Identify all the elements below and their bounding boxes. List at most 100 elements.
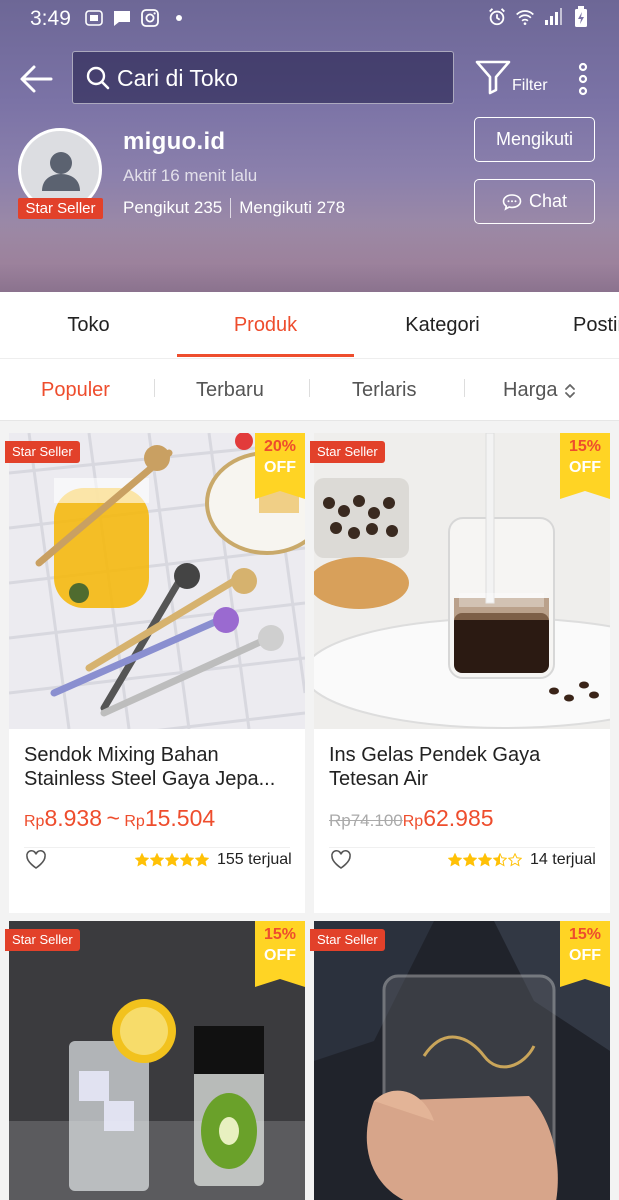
active-tab-indicator: [177, 354, 354, 357]
product-price: Rp74.100Rp62.985: [329, 805, 494, 832]
discount-badge: 15% OFF: [560, 921, 610, 987]
sort-populer[interactable]: Populer: [41, 379, 110, 402]
tab-posting[interactable]: Posting: [573, 314, 619, 337]
discount-off-label: OFF: [264, 459, 296, 476]
alarm-icon: [487, 7, 507, 27]
search-input[interactable]: Cari di Toko: [72, 51, 454, 104]
sort-arrows-icon: [565, 383, 576, 398]
battery-charging-icon: [571, 6, 591, 27]
follow-button[interactable]: Mengikuti: [474, 117, 595, 162]
price-currency: Rp: [402, 813, 424, 830]
sort-terlaris[interactable]: Terlaris: [352, 379, 416, 402]
shop-active-status: Aktif 16 menit lalu: [123, 166, 258, 185]
notification-dot-icon: [176, 15, 182, 21]
discount-percent: 20%: [263, 438, 297, 455]
discount-badge: 15% OFF: [255, 921, 305, 987]
instagram-icon: [140, 8, 160, 28]
shop-profile: Star Seller miguo.id Aktif 16 menit lalu…: [0, 112, 619, 242]
rating-stars: [135, 853, 209, 867]
star-seller-badge: Star Seller: [310, 929, 385, 951]
sort-bar: Populer Terbaru Terlaris Harga: [0, 359, 619, 421]
star-icon: [463, 853, 477, 867]
following-count[interactable]: Mengikuti 278: [239, 198, 345, 218]
followers-count[interactable]: Pengikut 235: [123, 198, 222, 218]
heart-icon[interactable]: [25, 849, 47, 871]
more-vertical-icon: [578, 62, 588, 96]
back-arrow-icon: [20, 65, 53, 93]
sort-harga-label: Harga: [503, 379, 558, 401]
sort-divider: [464, 379, 465, 397]
shop-tabs: Toko Produk Kategori Posting: [0, 292, 619, 358]
tab-toko[interactable]: Toko: [0, 314, 177, 337]
product-card[interactable]: Star Seller 15% OFF Ins Gelas Pendek Gay…: [310, 433, 610, 913]
top-bar: Cari di Toko Filter: [0, 50, 619, 106]
star-icon: [180, 853, 194, 867]
star-icon: [195, 853, 209, 867]
product-title: Ins Gelas Pendek Gaya Tetesan Air: [329, 744, 541, 790]
filter-button[interactable]: Filter: [472, 58, 552, 102]
star-icon: [478, 853, 492, 867]
toon-blast-icon: [84, 8, 104, 28]
star-icon: [493, 853, 507, 867]
status-time: 3:49: [30, 7, 71, 30]
star-seller-badge: Star Seller: [310, 441, 385, 463]
tab-produk[interactable]: Produk: [177, 314, 354, 337]
price-range-separator: ~: [106, 805, 120, 831]
sold-count: 14 terjual: [530, 851, 596, 868]
status-bar: 3:49: [0, 0, 619, 38]
price-current: 62.985: [423, 805, 494, 831]
shop-name: miguo.id: [123, 128, 226, 155]
signal-icon: [543, 7, 563, 27]
card-divider: [24, 847, 290, 848]
discount-off-label: OFF: [569, 459, 601, 476]
stat-divider: [230, 198, 232, 218]
product-title: Sendok Mixing Bahan Stainless Steel Gaya…: [24, 744, 276, 790]
more-options-button[interactable]: [570, 62, 596, 96]
shop-stats: Pengikut 235 Mengikuti 278: [123, 198, 345, 218]
search-icon: [86, 66, 110, 90]
original-price: Rp74.100: [329, 811, 403, 830]
discount-percent: 15%: [568, 926, 602, 943]
price-min: 8.938: [44, 805, 103, 831]
card-divider: [329, 847, 595, 848]
product-card[interactable]: Star Seller 15% OFF: [310, 921, 610, 1200]
search-placeholder: Cari di Toko: [117, 65, 239, 91]
shop-header: 3:49 Cari di Toko Filter Star Seller mig…: [0, 0, 619, 292]
star-icon: [448, 853, 462, 867]
chat-button[interactable]: Chat: [474, 179, 595, 224]
product-card[interactable]: Star Seller 20% OFF Sendok Mixing Bahan …: [5, 433, 305, 913]
price-max: 15.504: [144, 805, 216, 831]
price-currency: Rp: [24, 813, 45, 830]
sort-harga[interactable]: Harga: [503, 379, 577, 402]
discount-percent: 15%: [568, 438, 602, 455]
tab-kategori[interactable]: Kategori: [354, 314, 531, 337]
heart-icon[interactable]: [330, 849, 352, 871]
sort-terbaru[interactable]: Terbaru: [196, 379, 264, 402]
filter-label: Filter: [512, 77, 548, 94]
product-card[interactable]: Star Seller 15% OFF: [5, 921, 305, 1200]
star-icon: [508, 853, 522, 867]
star-icon: [150, 853, 164, 867]
discount-badge: 20% OFF: [255, 433, 305, 499]
sort-divider: [154, 379, 155, 397]
chat-label: Chat: [528, 191, 568, 211]
star-icon: [135, 853, 149, 867]
message-icon: [112, 8, 132, 28]
sold-count: 155 terjual: [217, 851, 292, 868]
discount-percent: 15%: [263, 926, 297, 943]
star-icon: [165, 853, 179, 867]
star-seller-badge: Star Seller: [5, 441, 80, 463]
back-button[interactable]: [18, 60, 56, 98]
discount-off-label: OFF: [264, 947, 296, 964]
filter-icon: [475, 60, 511, 95]
star-seller-badge: Star Seller: [5, 929, 80, 951]
star-seller-badge: Star Seller: [18, 198, 103, 219]
price-currency: Rp: [124, 813, 145, 830]
sort-divider: [309, 379, 310, 397]
rating-stars: [448, 853, 522, 867]
discount-off-label: OFF: [569, 947, 601, 964]
wifi-icon: [515, 7, 535, 27]
discount-badge: 15% OFF: [560, 433, 610, 499]
product-price: Rp8.938 ~ Rp15.504: [24, 805, 215, 832]
chat-bubble-icon: [502, 193, 522, 211]
